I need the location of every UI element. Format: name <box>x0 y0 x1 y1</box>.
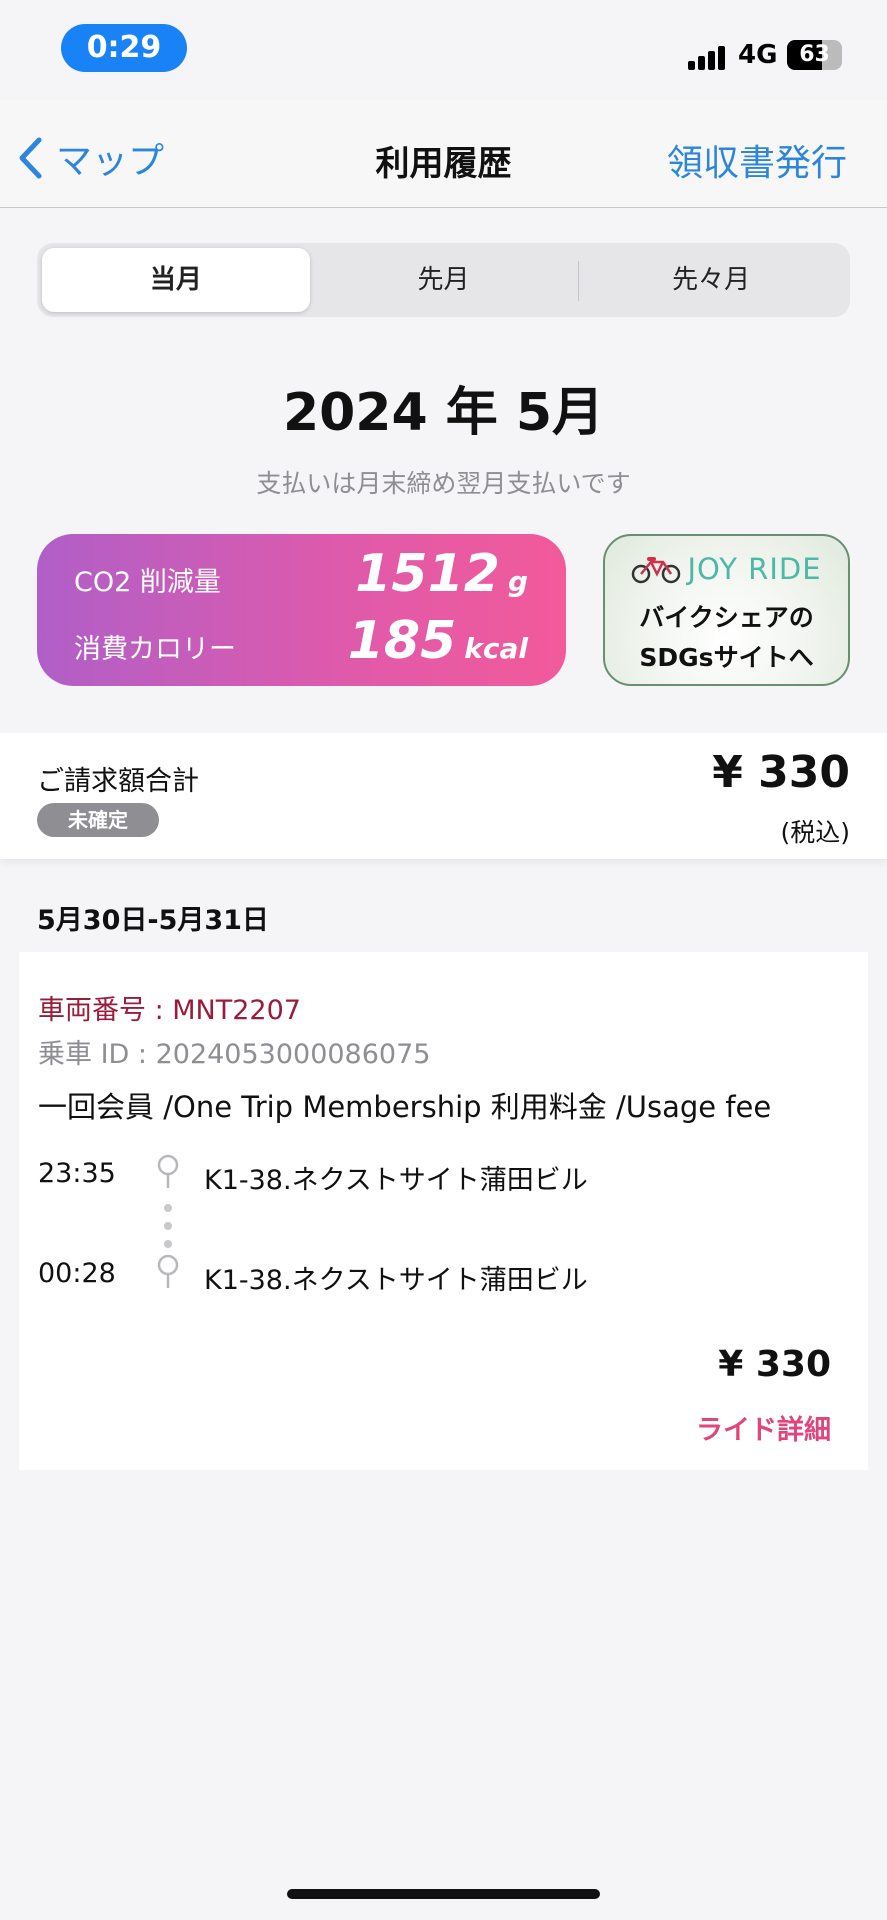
route-dot <box>164 1240 172 1248</box>
end-location-pin-icon <box>157 1254 179 1288</box>
vehicle-number: 車両番号 : MNT2207 <box>38 995 301 1026</box>
calorie-value: 185 kcal <box>348 611 528 671</box>
battery-icon: 63 <box>787 40 842 70</box>
start-time: 23:35 <box>38 1158 116 1189</box>
calorie-number: 185 <box>347 611 457 671</box>
tab-this-month[interactable]: 当月 <box>42 248 310 312</box>
co2-unit: g <box>507 565 528 598</box>
joy-ride-logo: JOY RIDE <box>605 552 848 586</box>
signal-icon <box>688 44 726 70</box>
plan-description: 一回会員 /One Trip Membership 利用料金 /Usage fe… <box>38 1090 772 1124</box>
co2-value: 1512 g <box>355 544 528 604</box>
ride-fare: ¥ 330 <box>718 1344 831 1385</box>
end-time: 00:28 <box>38 1258 116 1289</box>
segment-divider <box>578 261 579 301</box>
tab-last-month[interactable]: 先月 <box>310 248 578 312</box>
tax-note: (税込) <box>780 818 850 847</box>
status-bar: 0:29 4G 63 <box>0 0 887 100</box>
calorie-unit: kcal <box>464 632 528 665</box>
period-title: 2024 年 5月 <box>282 383 605 443</box>
route-dot <box>164 1204 172 1212</box>
ride-id: 乗車 ID : 2024053000086075 <box>38 1039 431 1070</box>
start-station: K1-38.ネクストサイト蒲田ビル <box>204 1165 588 1196</box>
route-dot <box>164 1222 172 1230</box>
network-label: 4G <box>738 40 778 70</box>
navigation-bar: マップ 利用履歴 領収書発行 <box>0 100 887 208</box>
battery-percent: 63 <box>799 42 830 67</box>
eco-stats-card: CO2 削減量 1512 g 消費カロリー 185 kcal <box>37 534 566 686</box>
ride-card: 車両番号 : MNT2207 乗車 ID : 2024053000086075 … <box>19 952 868 1470</box>
payment-note: 支払いは月末締め翌月支払いです <box>256 469 631 498</box>
billing-summary: ご請求額合計 未確定 ¥ 330 (税込) <box>0 733 887 859</box>
month-segmented-control: 当月 先月 先々月 <box>37 243 850 317</box>
co2-label: CO2 削減量 <box>74 567 221 598</box>
brand-name: JOY RIDE <box>687 552 822 586</box>
sdg-line-2: SDGsサイトへ <box>639 643 814 672</box>
billing-total: ¥ 330 <box>712 747 850 798</box>
ride-detail-link[interactable]: ライド詳細 <box>696 1408 831 1447</box>
status-badge: 未確定 <box>37 803 159 837</box>
home-indicator[interactable] <box>287 1889 600 1899</box>
date-range-heading: 5月30日-5月31日 <box>37 905 269 936</box>
bicycle-icon <box>632 557 681 584</box>
sdg-site-banner[interactable]: JOY RIDE バイクシェアの SDGsサイトへ <box>603 534 850 686</box>
calorie-label: 消費カロリー <box>74 634 236 665</box>
tab-two-months-ago[interactable]: 先々月 <box>577 248 845 312</box>
status-time: 0:29 <box>61 24 187 72</box>
co2-number: 1512 <box>355 544 500 604</box>
billing-label: ご請求額合計 <box>37 766 199 797</box>
start-location-pin-icon <box>157 1154 179 1188</box>
sdg-line-1: バイクシェアの <box>639 603 814 632</box>
receipt-button[interactable]: 領収書発行 <box>667 134 847 186</box>
end-station: K1-38.ネクストサイト蒲田ビル <box>204 1265 588 1296</box>
